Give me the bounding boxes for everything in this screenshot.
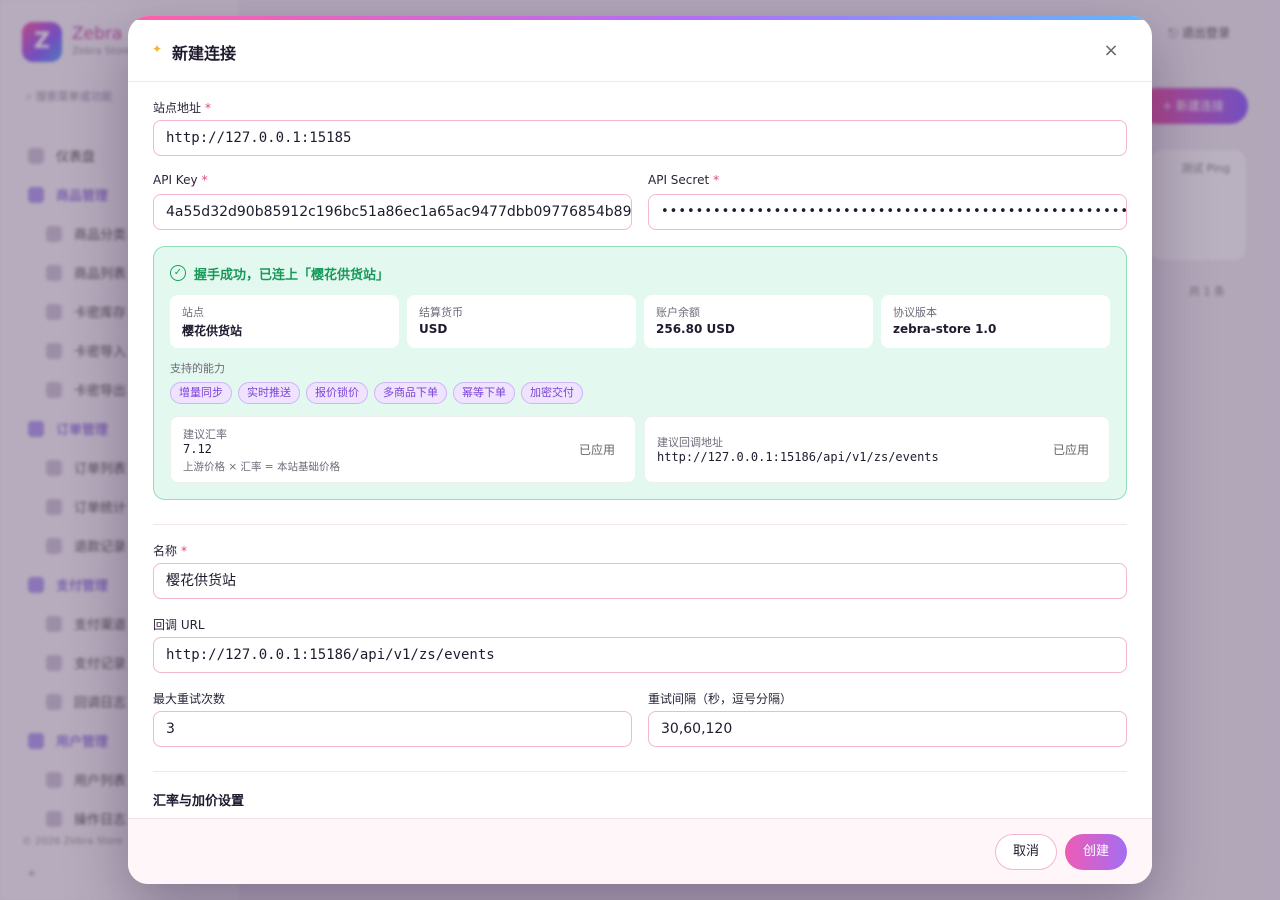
site-url-input[interactable]: http://127.0.0.1:15185	[153, 120, 1127, 156]
capability-tag: 报价锁价	[306, 382, 368, 404]
suggested-callback-value: http://127.0.0.1:15186/api/v1/zs/events	[657, 450, 939, 464]
required-mark: *	[713, 173, 720, 187]
check-circle-icon: ✓	[170, 265, 186, 281]
api-secret-label: API Secret *	[648, 173, 719, 187]
stat-balance: 账户余额 256.80 USD	[644, 295, 873, 348]
api-secret-input[interactable]: ••••••••••••••••••••••••••••••••••••••••…	[648, 194, 1127, 230]
new-connection-dialog: ✦ 新建连接 × 站点地址 * http://127.0.0.1:15185 AP…	[128, 16, 1152, 884]
stat-label: 账户余额	[656, 306, 700, 319]
suggested-rate-card: 建议汇率 7.12 上游价格 × 汇率 = 本站基础价格 已应用	[170, 416, 636, 483]
suggested-rate-note: 上游价格 × 汇率 = 本站基础价格	[183, 461, 340, 473]
close-icon[interactable]: ×	[1100, 40, 1122, 62]
sparkle-icon: ✦	[152, 42, 163, 56]
stat-value: zebra-store 1.0	[893, 322, 997, 336]
site-url-label-text: 站点地址	[153, 101, 202, 115]
retry-interval-input[interactable]: 30,60,120	[648, 711, 1127, 747]
capabilities-list: 增量同步 实时推送 报价锁价 多商品下单 幂等下单 加密交付	[170, 382, 583, 404]
suggested-rate-value: 7.12	[183, 442, 212, 456]
site-url-label: 站点地址 *	[153, 99, 211, 116]
dialog-title: 新建连接	[172, 44, 237, 63]
required-mark: *	[181, 544, 188, 558]
stat-label: 站点	[182, 306, 204, 319]
stat-currency: 结算货币 USD	[407, 295, 636, 348]
suggested-rate-label: 建议汇率	[183, 428, 227, 441]
api-key-input[interactable]: 4a55d32d90b85912c196bc51a86ec1a65ac9477d…	[153, 194, 632, 230]
api-key-label: API Key *	[153, 173, 208, 187]
suggested-callback-label: 建议回调地址	[657, 436, 723, 449]
stat-site: 站点 樱花供货站	[170, 295, 399, 348]
create-button[interactable]: 创建	[1065, 834, 1127, 870]
name-label: 名称 *	[153, 542, 187, 559]
max-retries-label: 最大重试次数	[153, 692, 226, 706]
capability-tag: 增量同步	[170, 382, 232, 404]
api-key-label-text: API Key	[153, 173, 198, 187]
stat-label: 协议版本	[893, 306, 937, 319]
name-label-text: 名称	[153, 544, 178, 558]
capability-tag: 加密交付	[521, 382, 583, 404]
capability-tag: 实时推送	[238, 382, 300, 404]
handshake-title: 握手成功，已连上「樱花供货站」	[194, 268, 390, 283]
stat-value: 256.80 USD	[656, 322, 735, 336]
rate-applied-status[interactable]: 已应用	[579, 441, 615, 458]
callback-applied-status[interactable]: 已应用	[1053, 441, 1089, 458]
cancel-button[interactable]: 取消	[995, 834, 1057, 870]
required-mark: *	[205, 101, 212, 115]
stat-value: USD	[419, 322, 448, 336]
capability-tag: 幂等下单	[453, 382, 515, 404]
dialog-body: 站点地址 * http://127.0.0.1:15185 API Key * 4a…	[128, 82, 1152, 818]
dialog-footer: 取消 创建	[128, 818, 1152, 884]
callback-url-input[interactable]: http://127.0.0.1:15186/api/v1/zs/events	[153, 637, 1127, 673]
divider	[153, 524, 1127, 525]
capabilities-label: 支持的能力	[170, 362, 225, 375]
divider	[153, 771, 1127, 772]
stat-protocol: 协议版本 zebra-store 1.0	[881, 295, 1110, 348]
max-retries-input[interactable]: 3	[153, 711, 632, 747]
retry-interval-label: 重试间隔（秒，逗号分隔）	[648, 692, 793, 706]
name-input[interactable]: 樱花供货站	[153, 563, 1127, 599]
stat-value: 樱花供货站	[182, 324, 243, 338]
capability-tag: 多商品下单	[374, 382, 447, 404]
suggested-callback-card: 建议回调地址 http://127.0.0.1:15186/api/v1/zs/…	[644, 416, 1110, 483]
handshake-panel: ✓ 握手成功，已连上「樱花供货站」 站点 樱花供货站 结算货币 USD 账户余额…	[153, 246, 1127, 500]
required-mark: *	[201, 173, 208, 187]
stat-label: 结算货币	[419, 306, 463, 319]
callback-url-label: 回调 URL	[153, 618, 205, 632]
dialog-header: ✦ 新建连接 ×	[128, 20, 1152, 82]
api-secret-label-text: API Secret	[648, 173, 710, 187]
rate-section-title: 汇率与加价设置	[153, 794, 245, 809]
